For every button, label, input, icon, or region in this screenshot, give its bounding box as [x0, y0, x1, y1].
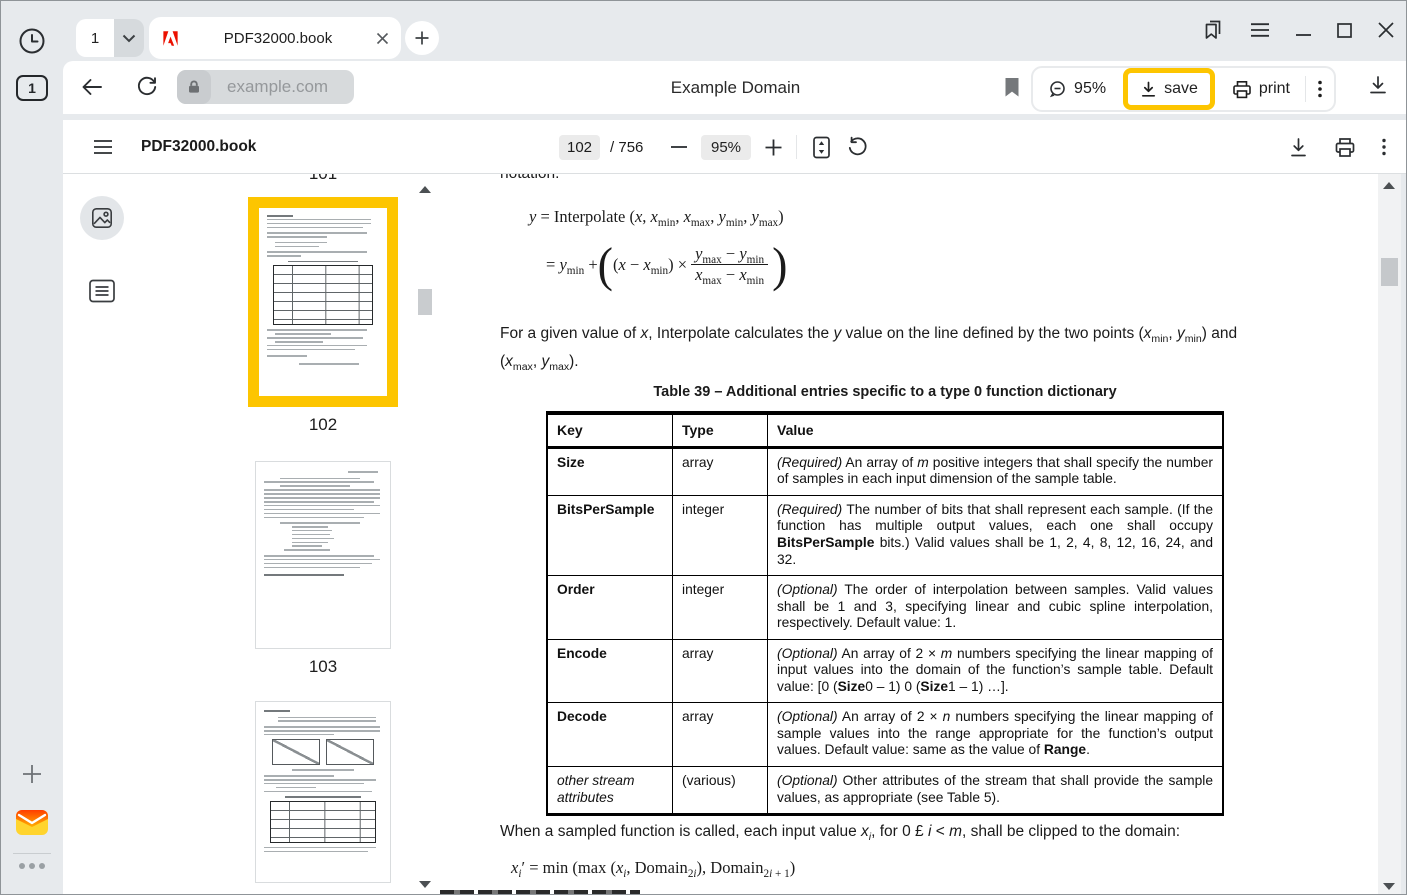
pdf-thumbnail-panel: 101 102	[63, 174, 438, 895]
pdf-more-button[interactable]	[1382, 138, 1386, 156]
pdf-doc-title: PDF32000.book	[141, 120, 256, 174]
browser-toolbar: Example Domain example.com	[63, 61, 1407, 114]
bookmark-icon[interactable]	[1004, 77, 1020, 98]
downloads-button[interactable]	[1368, 75, 1388, 95]
clipped-text-top: notation:	[500, 174, 559, 183]
download-icon	[1140, 81, 1157, 98]
pdf-print-button[interactable]	[1334, 137, 1356, 158]
tab-strip: 1 PDF32000.book	[63, 1, 1407, 61]
reload-button[interactable]	[136, 76, 158, 98]
table-39: Key Type Value Size array (Required) An …	[546, 411, 1224, 816]
scroll-down-arrow[interactable]	[419, 881, 431, 888]
chevron-down-icon	[122, 34, 136, 43]
printer-icon	[1232, 80, 1252, 99]
plus-icon	[414, 30, 430, 46]
thumbnails-view-button[interactable]	[80, 196, 124, 240]
url-text: example.com	[211, 77, 354, 97]
table-row-other-stream: other stream attributes (various) (Optio…	[547, 767, 1223, 815]
pdf-download-button[interactable]	[1289, 137, 1308, 158]
tab-pdf32000[interactable]: PDF32000.book	[149, 17, 401, 59]
pdf-action-group: 95% save print	[1031, 66, 1336, 112]
zoom-out-button[interactable]	[671, 145, 687, 149]
yandex-mail-button[interactable]	[1, 807, 63, 837]
thumb-label-101: 101	[183, 174, 438, 184]
formula-clip-domain: xi′ = min (max (xi, Domain2i), Domain2i …	[511, 858, 795, 878]
close-button[interactable]	[1378, 22, 1394, 38]
fraction: ymax − ymin xmax − xmin	[691, 244, 768, 285]
table-row-decode: Decode array (Optional) An array of 2 × …	[547, 703, 1223, 767]
scroll-up-arrow[interactable]	[419, 186, 431, 193]
zoom-level-input[interactable]: 95%	[701, 135, 751, 160]
page-scrollbar[interactable]	[1378, 174, 1401, 895]
thumb-label-103: 103	[183, 657, 438, 677]
thumb-table	[270, 801, 376, 843]
scrollbar-thumb[interactable]	[1381, 258, 1398, 286]
browser-window: 1 1	[0, 0, 1407, 895]
left-rail: 1	[1, 1, 63, 895]
more-actions-button[interactable]	[1306, 68, 1334, 110]
scroll-down-arrow[interactable]	[1383, 883, 1395, 890]
pdf-toolbar: PDF32000.book 102 / 756 95%	[63, 120, 1407, 174]
scroll-up-arrow[interactable]	[1383, 182, 1395, 189]
collections-button[interactable]	[1202, 18, 1224, 42]
kebab-menu-icon	[1318, 80, 1322, 98]
mail-icon	[15, 807, 49, 837]
back-button[interactable]	[81, 77, 103, 97]
address-bar[interactable]: example.com	[177, 70, 354, 104]
tab-title: PDF32000.book	[180, 30, 376, 47]
fit-to-page-button[interactable]	[811, 136, 832, 159]
right-paren: )	[772, 243, 787, 286]
new-tab-button[interactable]	[405, 21, 439, 55]
rail-more-button[interactable]	[1, 863, 63, 869]
zoom-in-button[interactable]	[765, 139, 782, 156]
pdf-sidebar-toggle[interactable]	[93, 139, 113, 155]
table-row-bitspersample: BitsPerSample integer (Required) The num…	[547, 495, 1223, 575]
pdf-page-view[interactable]: notation: y = Interpolate (x, xmin, xmax…	[438, 174, 1380, 895]
table-39-caption: Table 39 – Additional entries specific t…	[546, 384, 1224, 400]
zoom-indicator[interactable]: 95%	[1033, 68, 1121, 110]
adobe-acrobat-icon	[161, 29, 180, 48]
page-number-input[interactable]: 102	[559, 135, 600, 160]
tab-panel-counter[interactable]: 1	[16, 75, 48, 101]
formula-interpolate-expanded: = ymin + ( (x − xmin) × ymax − ymin xmax…	[546, 244, 787, 285]
thumbnail-page-103[interactable]	[255, 461, 391, 649]
tab-group-button[interactable]: 1	[76, 19, 114, 57]
outline-view-button[interactable]	[87, 276, 124, 306]
scrollbar-thumb[interactable]	[418, 289, 432, 315]
rail-add-button[interactable]	[1, 761, 63, 787]
table-row-size: Size array (Required) An array of m posi…	[547, 447, 1223, 495]
print-button[interactable]: print	[1217, 68, 1305, 110]
tab-close-icon[interactable]	[376, 32, 389, 45]
left-paren: (	[598, 243, 613, 286]
tab-group-dropdown[interactable]	[114, 19, 144, 57]
clipped-content-bottom	[440, 890, 640, 895]
thumbnail-page-102-selected[interactable]	[248, 197, 398, 407]
menu-button[interactable]	[1250, 22, 1270, 38]
rail-divider	[13, 853, 51, 854]
paragraph-interpolate: For a given value of x, Interpolate calc…	[500, 320, 1278, 376]
maximize-button[interactable]	[1337, 23, 1352, 38]
paragraph-sampled-function: When a sampled function is called, each …	[500, 818, 1320, 846]
zoom-out-badge-icon	[1048, 80, 1067, 99]
formula-interpolate: y = Interpolate (x, xmin, xmax, ymin, ym…	[529, 207, 784, 227]
plus-icon	[19, 761, 45, 787]
table-row-order: Order integer (Optional) The order of in…	[547, 576, 1223, 640]
thumb-figure	[256, 739, 390, 765]
table-header-row: Key Type Value	[547, 413, 1223, 447]
rotate-button[interactable]	[846, 136, 868, 158]
thumb-label-102: 102	[183, 415, 438, 435]
thumbnail-page-104[interactable]	[255, 701, 391, 883]
clock-history-icon	[16, 25, 48, 57]
image-icon	[90, 206, 114, 230]
lock-icon[interactable]	[177, 70, 211, 104]
table-row-encode: Encode array (Optional) An array of 2 × …	[547, 639, 1223, 703]
list-outline-icon	[87, 276, 124, 306]
history-button[interactable]	[1, 25, 63, 57]
save-button-highlighted[interactable]: save	[1123, 68, 1215, 110]
minimize-button[interactable]	[1296, 23, 1311, 37]
thumbnail-scrollbar[interactable]	[416, 174, 434, 895]
page-total: / 756	[610, 139, 643, 156]
thumb-table	[273, 265, 373, 325]
